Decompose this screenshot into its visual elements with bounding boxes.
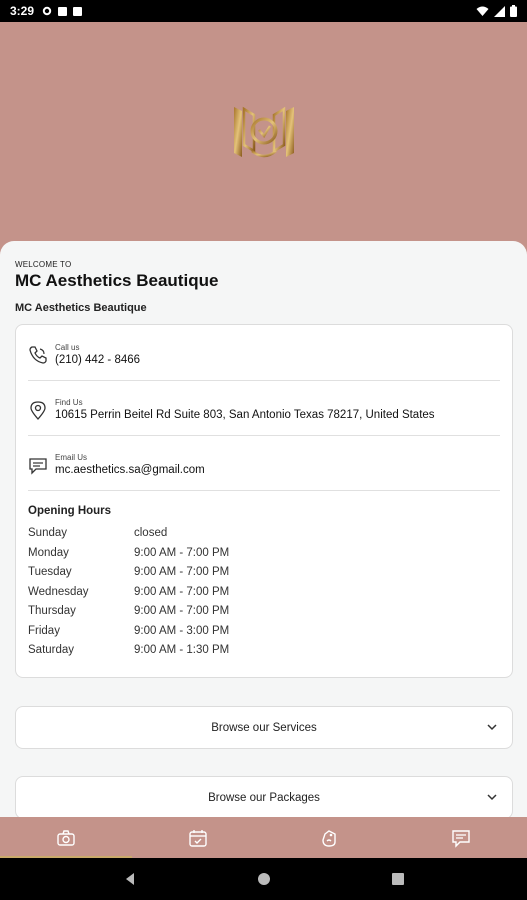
tag-icon <box>322 829 337 847</box>
tab-messages[interactable] <box>395 817 527 858</box>
divider <box>28 435 500 436</box>
hours-row: Sunday closed <box>28 527 328 547</box>
notification-icon <box>58 6 68 16</box>
hours-time: closed <box>134 527 168 539</box>
message-icon <box>29 458 47 475</box>
phone-icon <box>29 346 47 364</box>
hours-row: Friday 9:00 AM - 3:00 PM <box>28 625 328 645</box>
address[interactable]: 10615 Perrin Beitel Rd Suite 803, San An… <box>55 409 435 421</box>
tab-booking[interactable] <box>132 817 264 858</box>
opening-hours-title: Opening Hours <box>28 505 112 517</box>
hero-banner <box>0 22 527 244</box>
find-us-label: Find Us <box>55 398 83 407</box>
contact-card: Call us (210) 442 - 8466 Find Us 10615 P… <box>15 324 513 678</box>
email-us-row[interactable]: Email Us mc.aesthetics.sa@gmail.com <box>28 439 500 491</box>
browse-packages-button[interactable]: Browse our Packages <box>15 776 513 817</box>
hours-time: 9:00 AM - 7:00 PM <box>134 605 230 617</box>
hours-day: Monday <box>28 546 69 559</box>
status-time: 3:29 <box>10 4 35 18</box>
camera-icon <box>57 829 75 846</box>
calendar-icon <box>188 829 207 847</box>
tab-home[interactable] <box>0 817 132 858</box>
browse-services-button[interactable]: Browse our Services <box>15 706 513 749</box>
hours-time: 9:00 AM - 1:30 PM <box>134 644 230 656</box>
hours-day: Saturday <box>28 644 75 656</box>
hours-time: 9:00 AM - 7:00 PM <box>134 566 230 578</box>
location-pin-icon <box>30 401 46 420</box>
chevron-down-icon <box>487 794 497 801</box>
hours-row: Monday 9:00 AM - 7:00 PM <box>28 547 328 567</box>
email-address[interactable]: mc.aesthetics.sa@gmail.com <box>55 464 205 476</box>
hours-row: Tuesday 9:00 AM - 7:00 PM <box>28 566 328 586</box>
home-icon[interactable] <box>257 872 271 886</box>
settings-icon <box>42 6 52 16</box>
hours-time: 9:00 AM - 7:00 PM <box>134 585 230 598</box>
battery-icon <box>510 5 517 17</box>
hours-row: Wednesday 9:00 AM - 7:00 PM <box>28 586 328 606</box>
call-us-row[interactable]: Call us (210) 442 - 8466 <box>28 329 500 381</box>
divider <box>28 380 500 381</box>
hours-row: Saturday 9:00 AM - 1:30 PM <box>28 644 328 664</box>
hours-time: 9:00 AM - 3:00 PM <box>134 624 230 637</box>
business-subtitle: MC Aesthetics Beautique <box>15 302 147 314</box>
system-nav-bar <box>0 858 527 900</box>
phone-number[interactable]: (210) 442 - 8466 <box>55 354 140 366</box>
content-sheet: WELCOME TO MC Aesthetics Beautique MC Ae… <box>0 241 527 817</box>
brand-logo-icon <box>234 106 294 158</box>
find-us-row[interactable]: Find Us 10615 Perrin Beitel Rd Suite 803… <box>28 384 500 436</box>
hours-day: Wednesday <box>28 585 89 598</box>
email-us-label: Email Us <box>55 453 88 462</box>
hours-time: 9:00 AM - 7:00 PM <box>134 546 230 559</box>
back-icon[interactable] <box>123 872 137 886</box>
hours-row: Thursday 9:00 AM - 7:00 PM <box>28 605 328 625</box>
recents-icon[interactable] <box>391 872 405 886</box>
divider <box>28 490 500 491</box>
wifi-icon <box>476 6 489 16</box>
hours-day: Thursday <box>28 605 76 617</box>
status-bar: 3:29 <box>0 0 527 22</box>
chevron-down-icon <box>487 724 497 731</box>
browse-packages-label: Browse our Packages <box>208 791 320 804</box>
hours-day: Friday <box>28 624 60 637</box>
hours-day: Tuesday <box>28 566 72 578</box>
chat-icon <box>452 829 470 848</box>
opening-hours-list: Sunday closed Monday 9:00 AM - 7:00 PM Tue… <box>28 527 328 664</box>
welcome-kicker: WELCOME TO <box>15 260 72 269</box>
business-title: MC Aesthetics Beautique <box>15 271 219 290</box>
tab-offers[interactable] <box>264 817 396 858</box>
cellular-icon <box>494 5 505 17</box>
browse-services-label: Browse our Services <box>211 721 317 734</box>
call-us-label: Call us <box>55 343 80 352</box>
sd-card-icon <box>73 6 83 16</box>
bottom-tab-bar <box>0 817 527 858</box>
hours-day: Sunday <box>28 527 68 539</box>
